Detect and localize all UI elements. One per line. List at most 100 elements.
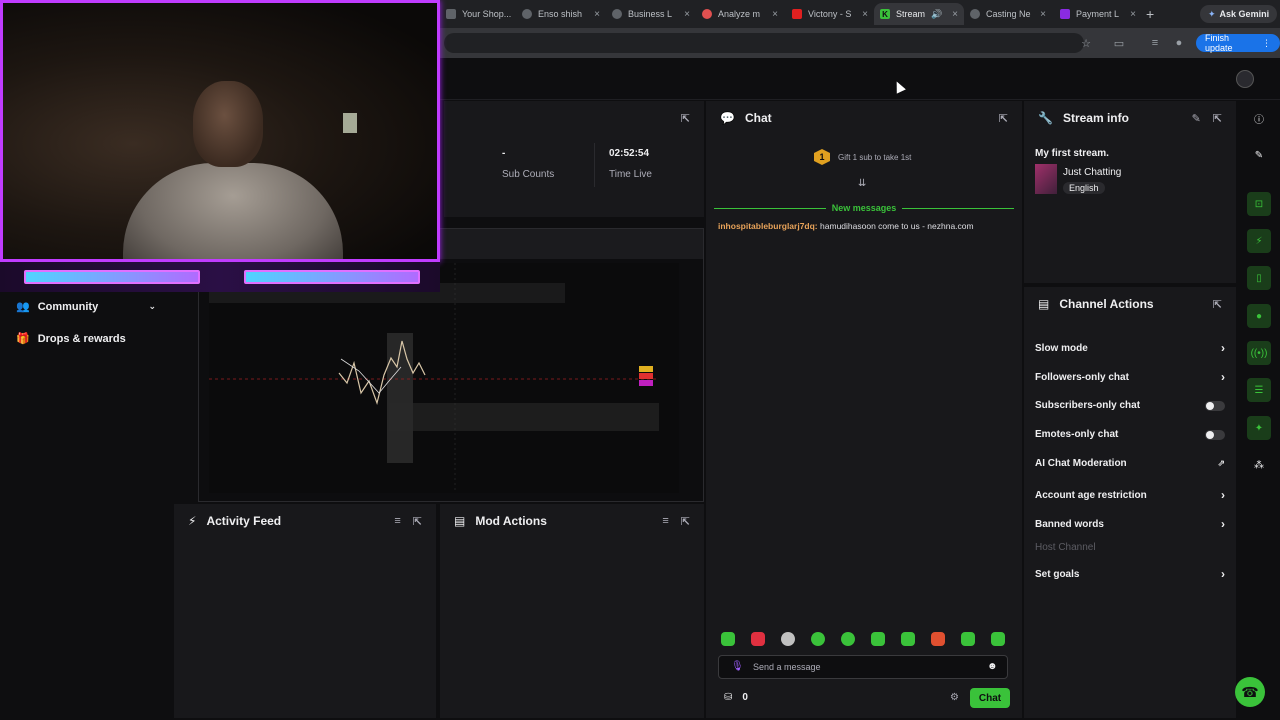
bookmark-star-icon[interactable]: ☆ — [1078, 35, 1094, 51]
lightning-icon[interactable]: ⚡ — [1247, 229, 1271, 253]
emote-icon[interactable] — [721, 632, 735, 646]
chevron-right-icon: › — [1221, 567, 1225, 581]
action-banned-words[interactable]: Banned words › — [1035, 517, 1225, 531]
emoji-picker-icon[interactable]: ☻ — [987, 661, 998, 672]
help-chat-button[interactable]: ☎ — [1235, 677, 1265, 707]
gift-badge-icon: 1 — [814, 149, 830, 165]
gift-icon: 🎁 — [16, 333, 30, 345]
popout-icon[interactable]: ⇱ — [413, 515, 422, 528]
close-tab-icon[interactable]: × — [594, 9, 600, 20]
action-set-goals[interactable]: Set goals › — [1035, 567, 1225, 581]
emotes-only-toggle[interactable] — [1205, 429, 1225, 440]
popout-icon[interactable]: ⇱ — [681, 515, 690, 528]
chat-bubble-icon[interactable]: ● — [1247, 304, 1271, 328]
pinned-messages-icon[interactable]: ⇊ — [858, 178, 866, 189]
close-tab-icon[interactable]: × — [684, 9, 690, 20]
edit-pencil-icon[interactable]: ✎ — [1247, 143, 1271, 167]
external-link-icon: ⇗ — [1217, 458, 1225, 468]
category-name[interactable]: Just Chatting — [1063, 167, 1121, 178]
emote-icon[interactable] — [871, 632, 885, 646]
action-ai-moderation[interactable]: AI Chat Moderation ⇗ — [1035, 458, 1225, 469]
kebab-menu-icon: ⋮ — [1262, 37, 1271, 48]
channel-points[interactable]: ⛁ 0 — [724, 692, 748, 703]
emote-icon[interactable] — [901, 632, 915, 646]
browser-tab[interactable]: Casting Ne × — [964, 3, 1052, 25]
close-tab-icon[interactable]: × — [862, 9, 868, 20]
chat-input-box[interactable]: 🎙 Send a message ☻ — [718, 655, 1008, 679]
action-followers-only[interactable]: Followers-only chat › — [1035, 370, 1225, 384]
emote-icon[interactable] — [841, 632, 855, 646]
chat-title: Chat — [744, 111, 772, 125]
divider-line — [902, 207, 1015, 209]
action-account-age[interactable]: Account age restriction › — [1035, 488, 1225, 502]
close-tab-icon[interactable]: × — [772, 9, 778, 20]
browser-tab-active[interactable]: K Stream 🔊 × — [874, 3, 964, 25]
stream-info-title: Stream info — [1062, 111, 1129, 125]
category-thumbnail[interactable] — [1035, 164, 1057, 194]
popout-icon[interactable]: ⇱ — [1213, 298, 1222, 311]
emote-icon[interactable] — [781, 632, 795, 646]
activity-feed-header: ⚡ Activity Feed ≡ ⇱ — [174, 504, 436, 538]
webcam-overlay — [0, 0, 440, 262]
filter-icon[interactable]: ≡ — [394, 515, 400, 528]
profile-icon[interactable]: ● — [1171, 35, 1187, 51]
gift-sub-banner[interactable]: 1 Gift 1 sub to take 1st — [814, 149, 911, 165]
browser-tab[interactable]: Enso shish × — [516, 3, 606, 25]
browser-tab[interactable]: Payment L × — [1054, 3, 1142, 25]
extensions-icon[interactable]: ▭ — [1111, 35, 1127, 51]
new-messages-label: New messages — [831, 203, 897, 213]
filter-icon[interactable]: ≡ — [662, 515, 668, 528]
sidebar-item-community[interactable]: 👥 Community ⌄ — [16, 300, 156, 314]
info-icon[interactable]: ⓘ — [1247, 106, 1271, 130]
emote-icon[interactable] — [991, 632, 1005, 646]
subscribers-only-toggle[interactable] — [1205, 400, 1225, 411]
wrench-icon[interactable]: ✦ — [1247, 416, 1271, 440]
browser-tab[interactable]: Business L × — [606, 3, 696, 25]
address-bar[interactable] — [444, 33, 1084, 53]
edit-pencil-icon[interactable]: ✎ — [1192, 112, 1201, 125]
sidebar-item-drops[interactable]: 🎁 Drops & rewards — [16, 332, 126, 346]
streamer-head-image — [193, 81, 263, 167]
ask-gemini-button[interactable]: ✦ Ask Gemini — [1200, 5, 1278, 23]
speaker-icon[interactable]: 🔊 — [931, 9, 942, 20]
neon-overlay-bar — [0, 262, 440, 292]
channel-actions-title: Channel Actions — [1059, 297, 1154, 311]
broadcast-icon[interactable]: ((•)) — [1247, 341, 1271, 365]
close-tab-icon[interactable]: × — [952, 9, 958, 20]
neon-segment — [244, 270, 420, 284]
finish-update-button[interactable]: Finish update ⋮ — [1196, 33, 1280, 53]
emote-icon[interactable] — [961, 632, 975, 646]
screen-capture-icon[interactable]: ⊡ — [1247, 192, 1271, 216]
youtube-icon — [792, 9, 802, 19]
emote-icon[interactable] — [811, 632, 825, 646]
browser-tab[interactable]: Analyze m × — [696, 3, 784, 25]
close-tab-icon[interactable]: × — [1130, 9, 1136, 20]
browser-tab[interactable]: Your Shop... × — [440, 3, 512, 25]
user-avatar[interactable] — [1236, 70, 1254, 88]
chevron-down-icon: ⌄ — [148, 301, 156, 311]
chat-message: inhospitableburglarj7dq: hamudihasoon co… — [718, 220, 1013, 232]
popout-icon[interactable]: ⇱ — [1213, 112, 1222, 125]
chat-message-text: hamudihasoon come to us - nezhna.com — [820, 221, 974, 231]
popout-icon[interactable]: ⇱ — [681, 112, 690, 125]
kick-icon: K — [880, 9, 890, 19]
emote-icon[interactable] — [751, 632, 765, 646]
microphone-icon[interactable]: 🎙 — [731, 661, 744, 672]
list-icon[interactable]: ☰ — [1247, 378, 1271, 402]
send-chat-button[interactable]: Chat — [970, 688, 1010, 708]
browser-tab[interactable]: Victony - S × — [786, 3, 874, 25]
divider-line — [714, 207, 826, 209]
add-widget-icon[interactable]: ⁂ — [1247, 453, 1271, 477]
action-emotes-only: Emotes-only chat — [1035, 429, 1225, 440]
popout-icon[interactable]: ⇱ — [999, 112, 1008, 125]
stream-info-panel: 🔧 Stream info ✎ ⇱ My first stream. Just … — [1024, 101, 1236, 283]
chat-username[interactable]: inhospitableburglarj7dq: — [718, 221, 818, 231]
action-slow-mode[interactable]: Slow mode › — [1035, 341, 1225, 355]
reading-list-icon[interactable]: ≡ — [1147, 35, 1163, 51]
document-icon[interactable]: ▯ — [1247, 266, 1271, 290]
chat-settings-gear-icon[interactable]: ⚙ — [950, 692, 959, 703]
new-tab-icon[interactable]: + — [1146, 6, 1154, 22]
mod-actions-header: ▤ Mod Actions ≡ ⇱ — [440, 504, 704, 538]
close-tab-icon[interactable]: × — [1040, 9, 1046, 20]
emote-icon[interactable] — [931, 632, 945, 646]
